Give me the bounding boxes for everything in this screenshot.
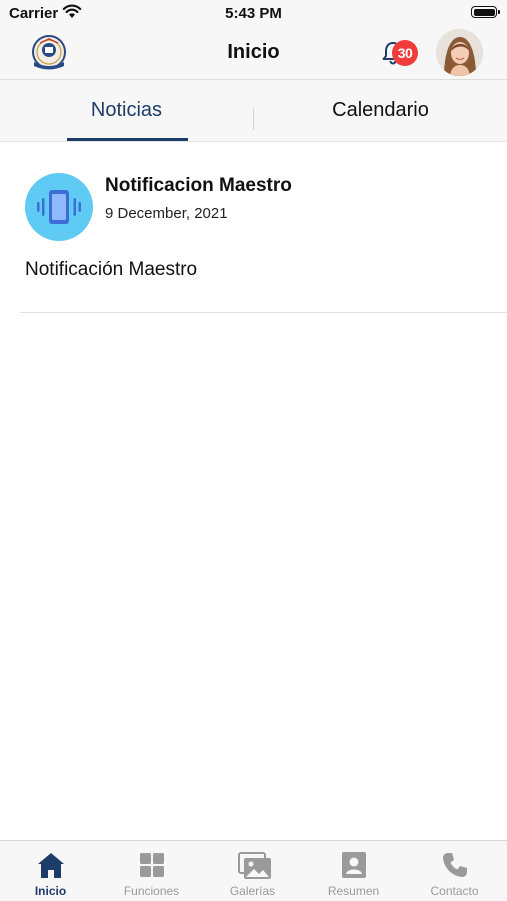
- grid-icon: [140, 853, 164, 877]
- profile-card-icon: [342, 852, 366, 878]
- bottom-tab-label: Contacto: [430, 884, 479, 898]
- user-photo-icon: [436, 29, 483, 76]
- segmented-tabs: Noticias Calendario: [0, 80, 507, 142]
- news-item-avatar: [25, 173, 93, 241]
- phone-vibrate-icon: [37, 190, 81, 224]
- bottom-tab-label: Galerías: [229, 884, 276, 898]
- bottom-tab-bar: Inicio Funciones Galerías Resumen Contac…: [0, 840, 507, 901]
- home-icon: [38, 853, 64, 878]
- news-item[interactable]: Notificacion Maestro 9 December, 2021 No…: [0, 142, 507, 313]
- active-tab-indicator: [67, 138, 188, 141]
- status-bar: Carrier 5:43 PM: [0, 0, 507, 28]
- bottom-tab-funciones[interactable]: Funciones: [101, 841, 202, 901]
- news-item-body: Notificación Maestro: [25, 259, 198, 280]
- status-time: 5:43 PM: [225, 5, 282, 22]
- bottom-tab-resumen[interactable]: Resumen: [303, 841, 404, 901]
- gallery-icon: [238, 852, 271, 879]
- tab-noticias[interactable]: Noticias: [0, 80, 253, 141]
- bottom-tab-galerias[interactable]: Galerías: [202, 841, 303, 901]
- nav-bar: Inicio 30: [0, 28, 507, 80]
- battery-icon: [471, 6, 500, 18]
- bottom-tab-label: Inicio: [34, 884, 67, 898]
- news-item-title: Notificacion Maestro: [105, 175, 292, 196]
- tab-calendario[interactable]: Calendario: [254, 80, 507, 141]
- notification-badge[interactable]: 30: [392, 40, 418, 66]
- avatar[interactable]: [436, 29, 483, 76]
- bottom-tab-inicio[interactable]: Inicio: [0, 841, 101, 901]
- phone-icon: [443, 853, 467, 877]
- bottom-tab-contacto[interactable]: Contacto: [404, 841, 505, 901]
- bottom-tab-label: Resumen: [327, 884, 380, 898]
- bottom-tab-label: Funciones: [123, 884, 180, 898]
- list-divider: [20, 312, 507, 313]
- news-item-date: 9 December, 2021: [105, 205, 228, 222]
- page-title: Inicio: [227, 41, 280, 63]
